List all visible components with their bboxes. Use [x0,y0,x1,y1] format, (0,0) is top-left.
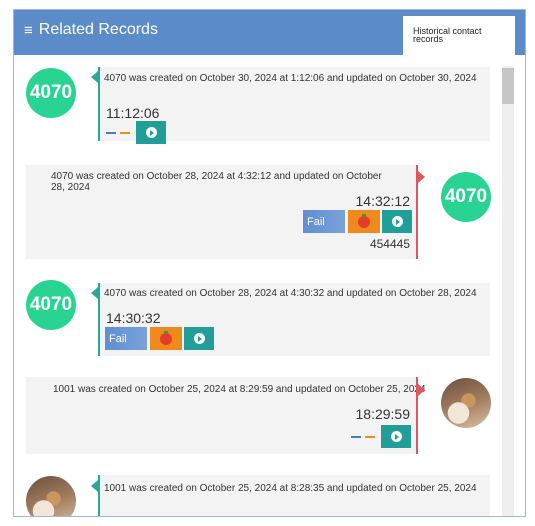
tomato-icon [160,330,172,345]
play-button[interactable] [184,327,214,350]
vertical-scrollbar[interactable] [502,66,514,516]
dash-blue [106,131,116,134]
record-description: 4070 was created on October 28, 2024 at … [104,288,477,299]
timeline-pointer [91,71,98,83]
panel-header: ≡ Related Records Historical contact rec… [14,10,525,55]
timeline-pointer [91,287,98,299]
dash-blue [351,435,361,438]
user-photo-avatar [441,378,491,428]
record-time: 14:32:12 [355,193,411,209]
hamburger-menu-icon[interactable]: ≡ [24,22,33,39]
record-description-cont: 28, 2024 [51,182,90,193]
tomato-button[interactable] [150,327,182,350]
play-icon [145,127,157,138]
record-time: 11:12:06 [106,105,160,121]
avatar: 4070 [441,172,491,222]
tomato-icon [358,213,370,228]
play-button[interactable] [381,425,411,448]
record-description: 4070 was created on October 28, 2024 at … [51,171,382,182]
play-icon [390,431,402,442]
panel-title-text: Related Records [38,21,158,38]
record-actions: Fail [303,210,412,233]
record-time: 18:29:59 [355,406,411,422]
record-card: 1001 was created on October 25, 2024 at … [98,475,490,516]
record-description: 4070 was created on October 30, 2024 at … [104,73,477,84]
play-button[interactable] [136,121,166,144]
record-actions [351,425,411,448]
related-records-panel: ≡ Related Records Historical contact rec… [13,9,526,517]
record-description: 1001 was created on October 25, 2024 at … [53,384,426,395]
record-actions: Fail [105,327,214,350]
records-list: 4070 4070 was created on October 30, 202… [14,55,503,516]
timeline-line [98,475,100,516]
timeline-line [98,67,100,141]
scrollbar-thumb[interactable] [502,68,514,104]
tab-historical-contact-records[interactable]: Historical contact records [403,16,515,55]
record-description: 1001 was created on October 25, 2024 at … [104,483,477,494]
avatar: 4070 [26,68,76,118]
user-photo-avatar [26,476,76,516]
dash-orange [120,131,130,134]
timeline-pointer [91,480,98,492]
timeline-pointer [418,384,425,396]
record-time: 14:30:32 [106,310,161,326]
fail-button[interactable]: Fail [105,327,147,350]
record-actions [106,121,166,144]
record-number: 454445 [369,237,410,251]
dash-orange [365,435,375,438]
play-icon [193,333,205,344]
fail-button[interactable]: Fail [303,210,345,233]
play-icon [391,216,403,227]
timeline-pointer [418,171,425,183]
avatar: 4070 [26,280,76,330]
panel-title: ≡ Related Records [24,21,158,39]
tomato-button[interactable] [348,210,380,233]
timeline-line [98,283,100,356]
play-button[interactable] [382,210,412,233]
